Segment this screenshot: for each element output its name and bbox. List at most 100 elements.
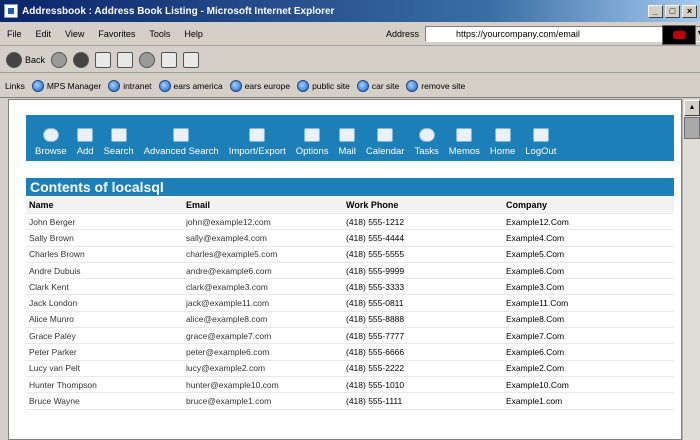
address-input[interactable] bbox=[425, 28, 700, 39]
menu-tools[interactable]: Tools bbox=[142, 29, 177, 39]
cell-name[interactable]: Charles Brown bbox=[26, 249, 186, 259]
back-label: Back bbox=[25, 54, 46, 65]
back-button[interactable]: Back bbox=[6, 51, 46, 68]
nav-label: Memos bbox=[448, 146, 480, 157]
table-row[interactable]: Sally Brown sally@example4.com (418) 555-4… bbox=[26, 230, 674, 247]
link-car-site[interactable]: car site bbox=[356, 79, 399, 92]
cell-name[interactable]: Hunter Thompson bbox=[26, 380, 186, 390]
cell-name[interactable]: Clark Kent bbox=[26, 282, 186, 292]
scroll-thumb[interactable] bbox=[684, 117, 700, 139]
column-header-work-phone[interactable]: Work Phone bbox=[346, 200, 506, 210]
table-row[interactable]: Bruce Wayne bruce@example1.com (418) 555-1… bbox=[26, 393, 674, 410]
cell-name[interactable]: Bruce Wayne bbox=[26, 396, 186, 406]
nav-label: LogOut bbox=[525, 146, 557, 157]
cell-email[interactable]: john@example12.com bbox=[186, 217, 346, 227]
home-button[interactable] bbox=[117, 51, 134, 68]
minimize-button[interactable]: _ bbox=[648, 4, 663, 18]
cell-email[interactable]: sally@example4.com bbox=[186, 233, 346, 243]
nav-add[interactable]: Add bbox=[72, 128, 99, 157]
vertical-scrollbar[interactable]: ▲ bbox=[682, 99, 700, 440]
ie-page-icon bbox=[406, 79, 419, 92]
nav-advanced-search[interactable]: Advanced Search bbox=[139, 128, 224, 157]
nav-mail[interactable]: Mail bbox=[333, 128, 360, 157]
link-mps-manager[interactable]: MPS Manager bbox=[31, 79, 101, 92]
nav-tasks[interactable]: Tasks bbox=[409, 128, 443, 157]
table-row[interactable]: Alice Munro alice@example8.com (418) 555-8… bbox=[26, 312, 674, 329]
nav-memos[interactable]: Memos bbox=[444, 128, 485, 157]
table-row[interactable]: Charles Brown charles@example5.com (418) 5… bbox=[26, 247, 674, 263]
link-public-site[interactable]: public site bbox=[297, 79, 350, 92]
table-row[interactable]: Jack London jack@example11.com (418) 555-0… bbox=[26, 295, 674, 312]
nav-options[interactable]: Options bbox=[291, 128, 334, 157]
menu-bar: File Edit View Favorites Tools Help Addr… bbox=[0, 22, 700, 46]
link-intranet[interactable]: intranet bbox=[108, 79, 152, 92]
cell-name[interactable]: Alice Munro bbox=[26, 314, 186, 324]
close-button[interactable]: × bbox=[682, 4, 697, 18]
search-button[interactable] bbox=[139, 51, 156, 68]
nav-import-export[interactable]: Import/Export bbox=[224, 128, 291, 157]
cell-company: Example7.Com bbox=[506, 330, 565, 341]
link-label: ears europe bbox=[244, 80, 291, 91]
link-ears-europe[interactable]: ears europe bbox=[229, 79, 291, 92]
cell-email[interactable]: lucy@example2.com bbox=[186, 363, 346, 373]
cell-name[interactable]: Lucy van Pelt bbox=[26, 363, 186, 373]
forward-button[interactable] bbox=[51, 51, 68, 68]
ie-page-icon bbox=[31, 79, 44, 92]
table-row[interactable]: Peter Parker peter@example6.com (418) 555-… bbox=[26, 344, 674, 361]
mail-button[interactable] bbox=[183, 51, 200, 68]
nav-search[interactable]: Search bbox=[99, 128, 139, 157]
ie-page-icon bbox=[108, 79, 121, 92]
table-row[interactable]: Grace Paley grace@example7.com (418) 555-7… bbox=[26, 328, 674, 345]
cell-email[interactable]: peter@example6.com bbox=[186, 347, 346, 357]
cell-email[interactable]: clark@example3.com bbox=[186, 282, 346, 292]
ie-app-icon[interactable] bbox=[4, 4, 18, 18]
refresh-icon bbox=[95, 51, 112, 68]
nav-logout[interactable]: LogOut bbox=[520, 128, 561, 157]
menu-file[interactable]: File bbox=[0, 29, 29, 39]
scroll-up-arrow-icon[interactable]: ▲ bbox=[684, 100, 700, 116]
cell-email[interactable]: hunter@example10.com bbox=[186, 380, 346, 390]
link-label: ears america bbox=[173, 80, 223, 91]
column-header-company[interactable]: Company bbox=[506, 200, 674, 210]
table-row[interactable]: Hunter Thompson hunter@example10.com (418)… bbox=[26, 377, 674, 394]
maximize-button[interactable]: □ bbox=[665, 4, 680, 18]
link-ears-america[interactable]: ears america bbox=[158, 79, 223, 92]
menu-view[interactable]: View bbox=[58, 29, 91, 39]
nav-home[interactable]: Home bbox=[485, 128, 520, 157]
nav-calendar[interactable]: Calendar bbox=[361, 128, 410, 157]
cell-email[interactable]: grace@example7.com bbox=[186, 331, 346, 341]
nav-browse[interactable]: Browse bbox=[30, 128, 72, 157]
menu-help[interactable]: Help bbox=[177, 29, 210, 39]
cell-name[interactable]: Grace Paley bbox=[26, 331, 186, 341]
address-bar[interactable]: ▼ bbox=[424, 25, 700, 42]
menu-edit[interactable]: Edit bbox=[29, 29, 59, 39]
add-icon bbox=[77, 128, 94, 142]
menu-favorites[interactable]: Favorites bbox=[91, 29, 142, 39]
history-button[interactable] bbox=[161, 51, 178, 68]
cell-email[interactable]: alice@example8.com bbox=[186, 314, 346, 324]
cell-name[interactable]: Jack London bbox=[26, 298, 186, 308]
cell-email[interactable]: charles@example5.com bbox=[186, 249, 346, 259]
refresh-button[interactable] bbox=[95, 51, 112, 68]
cell-email[interactable]: jack@example11.com bbox=[186, 298, 346, 308]
cell-email[interactable]: bruce@example1.com bbox=[186, 396, 346, 406]
cell-email[interactable]: andre@example6.com bbox=[186, 266, 346, 276]
link-remove-site[interactable]: remove site bbox=[406, 79, 465, 92]
cell-work-phone: (418) 555-1010 bbox=[346, 379, 405, 390]
table-row[interactable]: John Berger john@example12.com (418) 555-1… bbox=[26, 214, 674, 231]
cell-name[interactable]: John Berger bbox=[26, 217, 186, 227]
column-header-email[interactable]: Email bbox=[186, 200, 346, 210]
table-row[interactable]: Clark Kent clark@example3.com (418) 555-33… bbox=[26, 279, 674, 296]
cell-work-phone: (418) 555-8888 bbox=[346, 314, 405, 325]
stop-button[interactable] bbox=[73, 51, 90, 68]
search-icon bbox=[139, 51, 156, 68]
nav-label: Home bbox=[489, 146, 516, 157]
table-row[interactable]: Lucy van Pelt lucy@example2.com (418) 555-… bbox=[26, 361, 674, 377]
cell-name[interactable]: Andre Dubuis bbox=[26, 266, 186, 276]
cell-name[interactable]: Sally Brown bbox=[26, 233, 186, 243]
ie-throbber-logo bbox=[662, 25, 696, 45]
table-row[interactable]: Andre Dubuis andre@example6.com (418) 555-… bbox=[26, 263, 674, 280]
cell-name[interactable]: Peter Parker bbox=[26, 347, 186, 357]
column-header-name[interactable]: Name bbox=[26, 200, 186, 210]
link-label: public site bbox=[312, 80, 350, 91]
